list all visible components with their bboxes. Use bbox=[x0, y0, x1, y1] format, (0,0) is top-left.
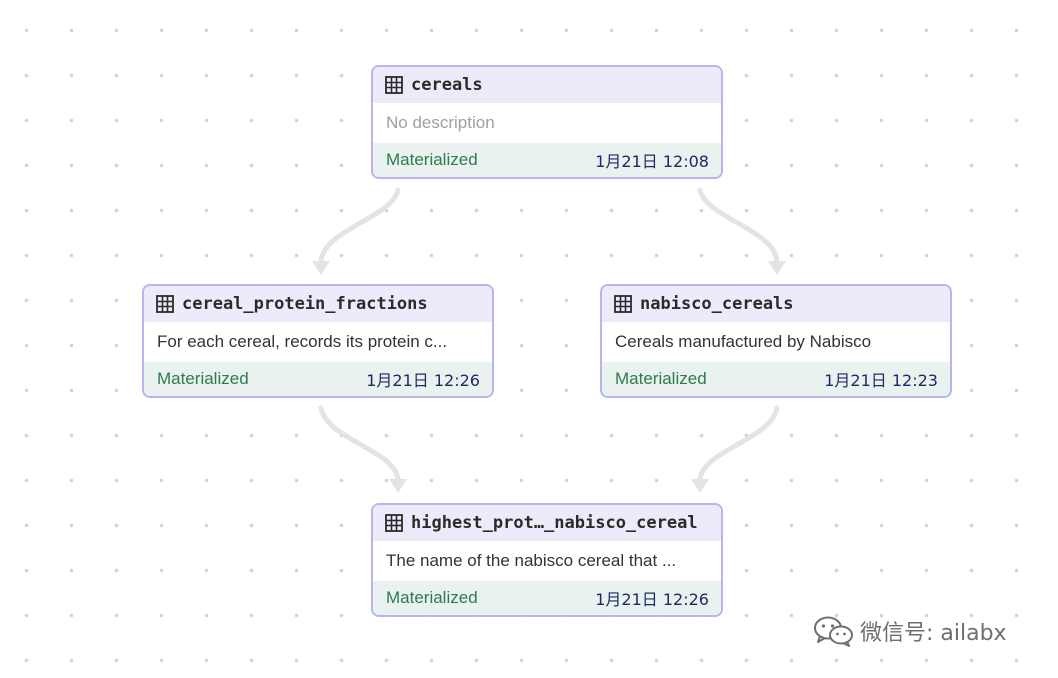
status-label: Materialized bbox=[386, 150, 478, 169]
node-footer: Materialized 1月21日 12:08 bbox=[373, 143, 721, 177]
timestamp: 1月21日 12:08 bbox=[595, 152, 709, 171]
edge-cereals-to-cereal-protein-fractions bbox=[312, 187, 401, 275]
node-cereals[interactable]: cereals No description Materialized 1月21… bbox=[371, 65, 723, 179]
node-description: The name of the nabisco cereal that ... bbox=[386, 551, 677, 570]
timestamp: 1月21日 12:26 bbox=[366, 371, 480, 390]
node-title: cereal_protein_fractions bbox=[182, 294, 428, 314]
node-title: highest_prot…_nabisco_cereal bbox=[411, 513, 698, 533]
node-description: Cereals manufactured by Nabisco bbox=[615, 332, 872, 351]
node-title: nabisco_cereals bbox=[640, 294, 794, 314]
node-footer: Materialized 1月21日 12:23 bbox=[602, 362, 950, 396]
node-header: highest_prot…_nabisco_cereal bbox=[373, 505, 721, 541]
node-title: cereals bbox=[411, 75, 483, 95]
table-icon bbox=[385, 514, 403, 532]
status-label: Materialized bbox=[615, 369, 707, 388]
node-description: No description bbox=[386, 113, 495, 132]
edge-cereal-protein-fractions-to-highest-protein bbox=[318, 405, 407, 493]
edge-nabisco-cereals-to-highest-protein bbox=[691, 405, 780, 493]
node-header: cereal_protein_fractions bbox=[144, 286, 492, 322]
timestamp: 1月21日 12:26 bbox=[595, 590, 709, 609]
watermark-text: 微信号: ailabx bbox=[860, 621, 1007, 646]
node-highest-protein-nabisco-cereal[interactable]: highest_prot…_nabisco_cereal The name of… bbox=[371, 503, 723, 617]
table-icon bbox=[385, 76, 403, 94]
node-description: For each cereal, records its protein c..… bbox=[157, 332, 448, 351]
node-nabisco-cereals[interactable]: nabisco_cereals Cereals manufactured by … bbox=[600, 284, 952, 398]
watermark: 微信号: ailabx bbox=[812, 614, 1007, 648]
status-label: Materialized bbox=[386, 588, 478, 607]
table-icon bbox=[614, 295, 632, 313]
edge-cereals-to-nabisco-cereals bbox=[697, 187, 786, 275]
status-label: Materialized bbox=[157, 369, 249, 388]
table-icon bbox=[156, 295, 174, 313]
node-footer: Materialized 1月21日 12:26 bbox=[373, 581, 721, 615]
node-header: nabisco_cereals bbox=[602, 286, 950, 322]
node-footer: Materialized 1月21日 12:26 bbox=[144, 362, 492, 396]
node-cereal-protein-fractions[interactable]: cereal_protein_fractions For each cereal… bbox=[142, 284, 494, 398]
node-header: cereals bbox=[373, 67, 721, 103]
timestamp: 1月21日 12:23 bbox=[824, 371, 938, 390]
wechat-icon bbox=[812, 614, 856, 648]
